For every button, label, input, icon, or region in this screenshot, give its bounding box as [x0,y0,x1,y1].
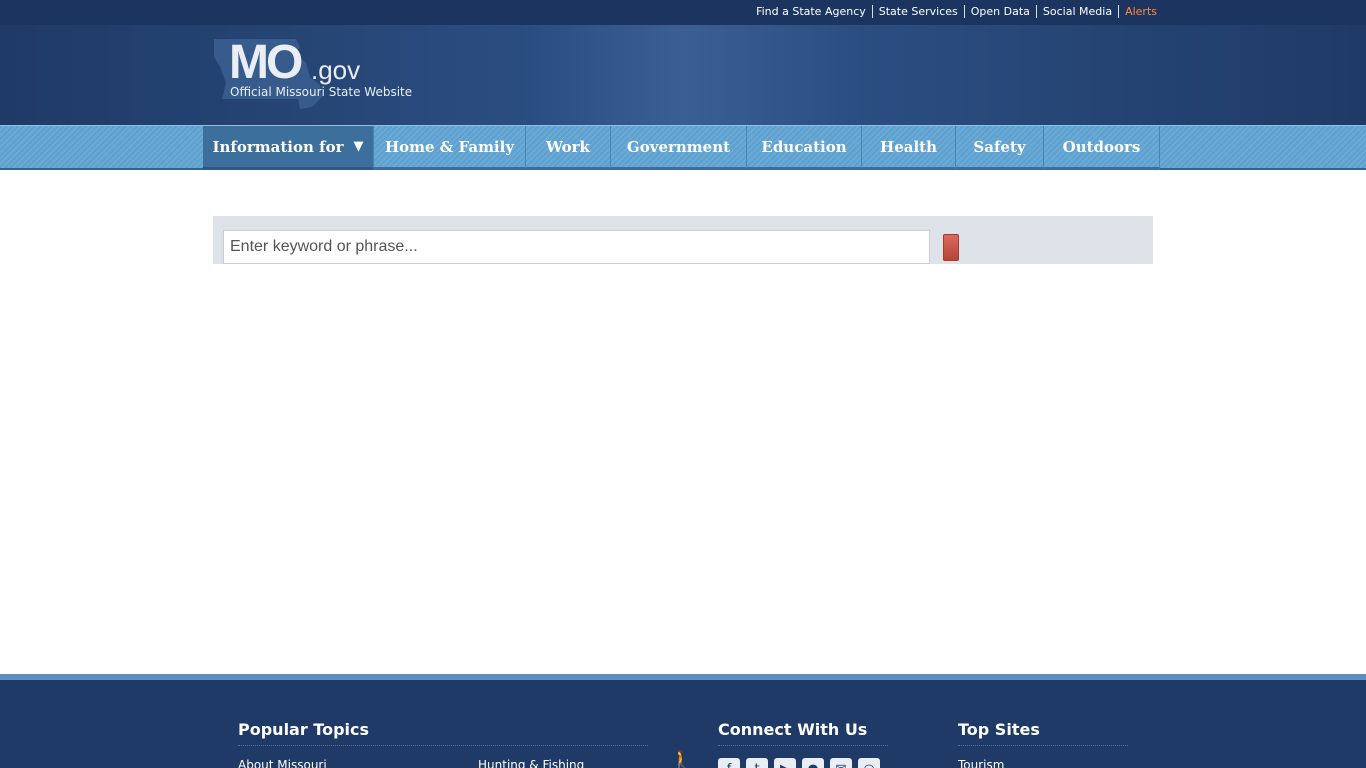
nav-education[interactable]: Education [747,126,862,170]
social-media-link[interactable]: Social Media [1035,5,1118,18]
twitter-icon[interactable]: t [746,758,768,768]
mo-gov-logo[interactable]: MO .gov Official Missouri State Website [212,35,422,115]
search-input[interactable] [223,230,930,264]
email-icon[interactable]: ✉ [830,758,852,768]
logo-mo-text: MO [229,36,303,89]
social-icons: f t ▶ ● ✉ ◠ [718,758,880,768]
logo-gov-text: .gov [311,55,361,85]
state-services-link[interactable]: State Services [871,5,964,18]
connect-section: Connect With Us [718,720,888,746]
main-nav: Information for ▼ Home & Family Work Gov… [0,125,1366,170]
site-header: Find a State Agency State Services Open … [0,0,1366,125]
search-bar [213,216,1153,264]
top-sites-section: Top Sites Tourism [958,720,1128,768]
hunting-fishing-link[interactable]: Hunting & Fishing [478,758,584,768]
open-data-link[interactable]: Open Data [963,5,1036,18]
flickr-icon[interactable]: ● [802,758,824,768]
utility-bar: Find a State Agency State Services Open … [0,0,1366,25]
logo-tagline: Official Missouri State Website [230,85,413,99]
nav-items: Information for ▼ Home & Family Work Gov… [203,126,1160,170]
nav-information-for-label: Information for [212,137,344,156]
connect-title: Connect With Us [718,720,888,746]
tourism-link[interactable]: Tourism [958,758,1004,768]
utility-links: Find a State Agency State Services Open … [750,5,1157,18]
top-sites-title: Top Sites [958,720,1128,746]
nav-information-for[interactable]: Information for ▼ [203,126,374,170]
find-agency-link[interactable]: Find a State Agency [750,5,872,18]
person-figure-icon: 🚶 [670,750,693,768]
nav-health[interactable]: Health [862,126,956,170]
facebook-icon[interactable]: f [718,758,740,768]
rss-icon[interactable]: ◠ [858,758,880,768]
popular-topics-title: Popular Topics [238,720,648,746]
about-missouri-link[interactable]: About Missouri [238,758,327,768]
search-button[interactable] [943,234,959,261]
nav-safety[interactable]: Safety [956,126,1044,170]
alerts-link[interactable]: Alerts [1118,5,1157,18]
caret-down-icon: ▼ [353,139,364,154]
site-footer: Popular Topics About Missouri Hunting & … [0,674,1366,768]
popular-topics-section: Popular Topics About Missouri Hunting & … [238,720,648,768]
nav-work[interactable]: Work [526,126,611,170]
nav-home-family[interactable]: Home & Family [374,126,526,170]
youtube-icon[interactable]: ▶ [774,758,796,768]
nav-outdoors[interactable]: Outdoors [1044,126,1160,170]
nav-government[interactable]: Government [611,126,747,170]
